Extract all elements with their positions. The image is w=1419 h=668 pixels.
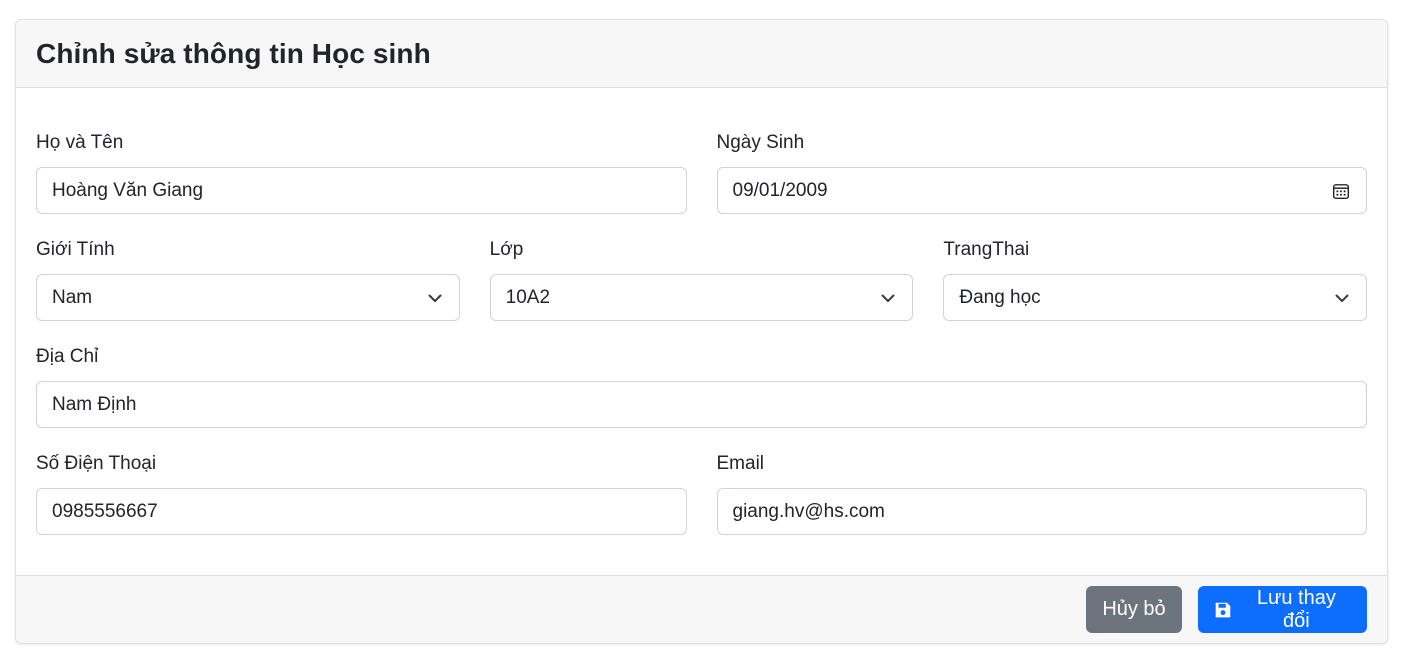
email-input[interactable]: giang.hv@hs.com xyxy=(716,488,1367,535)
trang-thai-select[interactable]: Đang học xyxy=(943,274,1368,321)
form-row-3: Địa Chỉ Nam Định xyxy=(36,345,1367,428)
form-row-4: Số Điện Thoại 0985556667 Email giang.hv@… xyxy=(36,452,1367,535)
field-trang-thai: TrangThai Đang học xyxy=(943,238,1368,321)
chevron-down-icon xyxy=(426,289,444,307)
chevron-down-icon xyxy=(879,289,897,307)
field-dia-chi: Địa Chỉ Nam Định xyxy=(36,345,1367,428)
save-button-label: Lưu thay đổi xyxy=(1256,586,1336,632)
gioi-tinh-value: Nam xyxy=(52,286,93,308)
page-title: Chỉnh sửa thông tin Học sinh xyxy=(36,37,431,69)
lop-label: Lớp xyxy=(489,239,524,260)
so-dien-thoai-input[interactable]: 0985556667 xyxy=(36,488,687,535)
email-value: giang.hv@hs.com xyxy=(732,500,885,522)
ngay-sinh-date-input[interactable]: 09/01/2009 xyxy=(716,167,1367,214)
calendar-icon[interactable] xyxy=(1331,181,1351,201)
form-body: Họ và Tên Hoàng Văn Giang Ngày Sinh 09/0… xyxy=(16,88,1387,576)
field-ngay-sinh: Ngày Sinh 09/01/2009 xyxy=(716,131,1367,214)
so-dien-thoai-label: Số Điện Thoại xyxy=(36,453,157,474)
ngay-sinh-value: 09/01/2009 xyxy=(732,179,828,201)
chevron-down-icon xyxy=(1333,289,1351,307)
ho-ten-value: Hoàng Văn Giang xyxy=(52,179,204,201)
field-ho-ten: Họ và Tên Hoàng Văn Giang xyxy=(36,131,687,214)
ho-ten-input[interactable]: Hoàng Văn Giang xyxy=(36,167,687,214)
trang-thai-value: Đang học xyxy=(959,286,1041,308)
so-dien-thoai-value: 0985556667 xyxy=(52,500,158,522)
trang-thai-label: TrangThai xyxy=(943,239,1030,260)
card-header: Chỉnh sửa thông tin Học sinh xyxy=(16,20,1387,88)
cancel-button[interactable]: Hủy bỏ xyxy=(1086,586,1182,633)
lop-select[interactable]: 10A2 xyxy=(489,274,914,321)
field-so-dien-thoai: Số Điện Thoại 0985556667 xyxy=(36,452,687,535)
gioi-tinh-label: Giới Tính xyxy=(36,239,115,260)
dia-chi-label: Địa Chỉ xyxy=(36,346,99,367)
ho-ten-label: Họ và Tên xyxy=(36,132,124,153)
form-row-1: Họ và Tên Hoàng Văn Giang Ngày Sinh 09/0… xyxy=(36,131,1367,214)
form-row-2: Giới Tính Nam Lớp 10A2 TrangThai Đang họ… xyxy=(36,238,1368,321)
gioi-tinh-select[interactable]: Nam xyxy=(36,274,460,321)
cancel-button-label: Hủy bỏ xyxy=(1102,598,1166,620)
field-gioi-tinh: Giới Tính Nam xyxy=(36,238,460,321)
edit-student-card: Chỉnh sửa thông tin Học sinh Họ và Tên H… xyxy=(15,19,1388,644)
floppy-disk-icon xyxy=(1214,600,1234,620)
lop-value: 10A2 xyxy=(505,286,551,308)
card-footer: Hủy bỏ Lưu thay đổi xyxy=(16,575,1387,643)
save-button[interactable]: Lưu thay đổi xyxy=(1198,586,1367,633)
dia-chi-input[interactable]: Nam Định xyxy=(36,381,1367,428)
field-lop: Lớp 10A2 xyxy=(489,238,914,321)
email-label: Email xyxy=(716,453,765,474)
dia-chi-value: Nam Định xyxy=(52,393,137,415)
ngay-sinh-label: Ngày Sinh xyxy=(716,132,805,153)
field-email: Email giang.hv@hs.com xyxy=(716,452,1367,535)
